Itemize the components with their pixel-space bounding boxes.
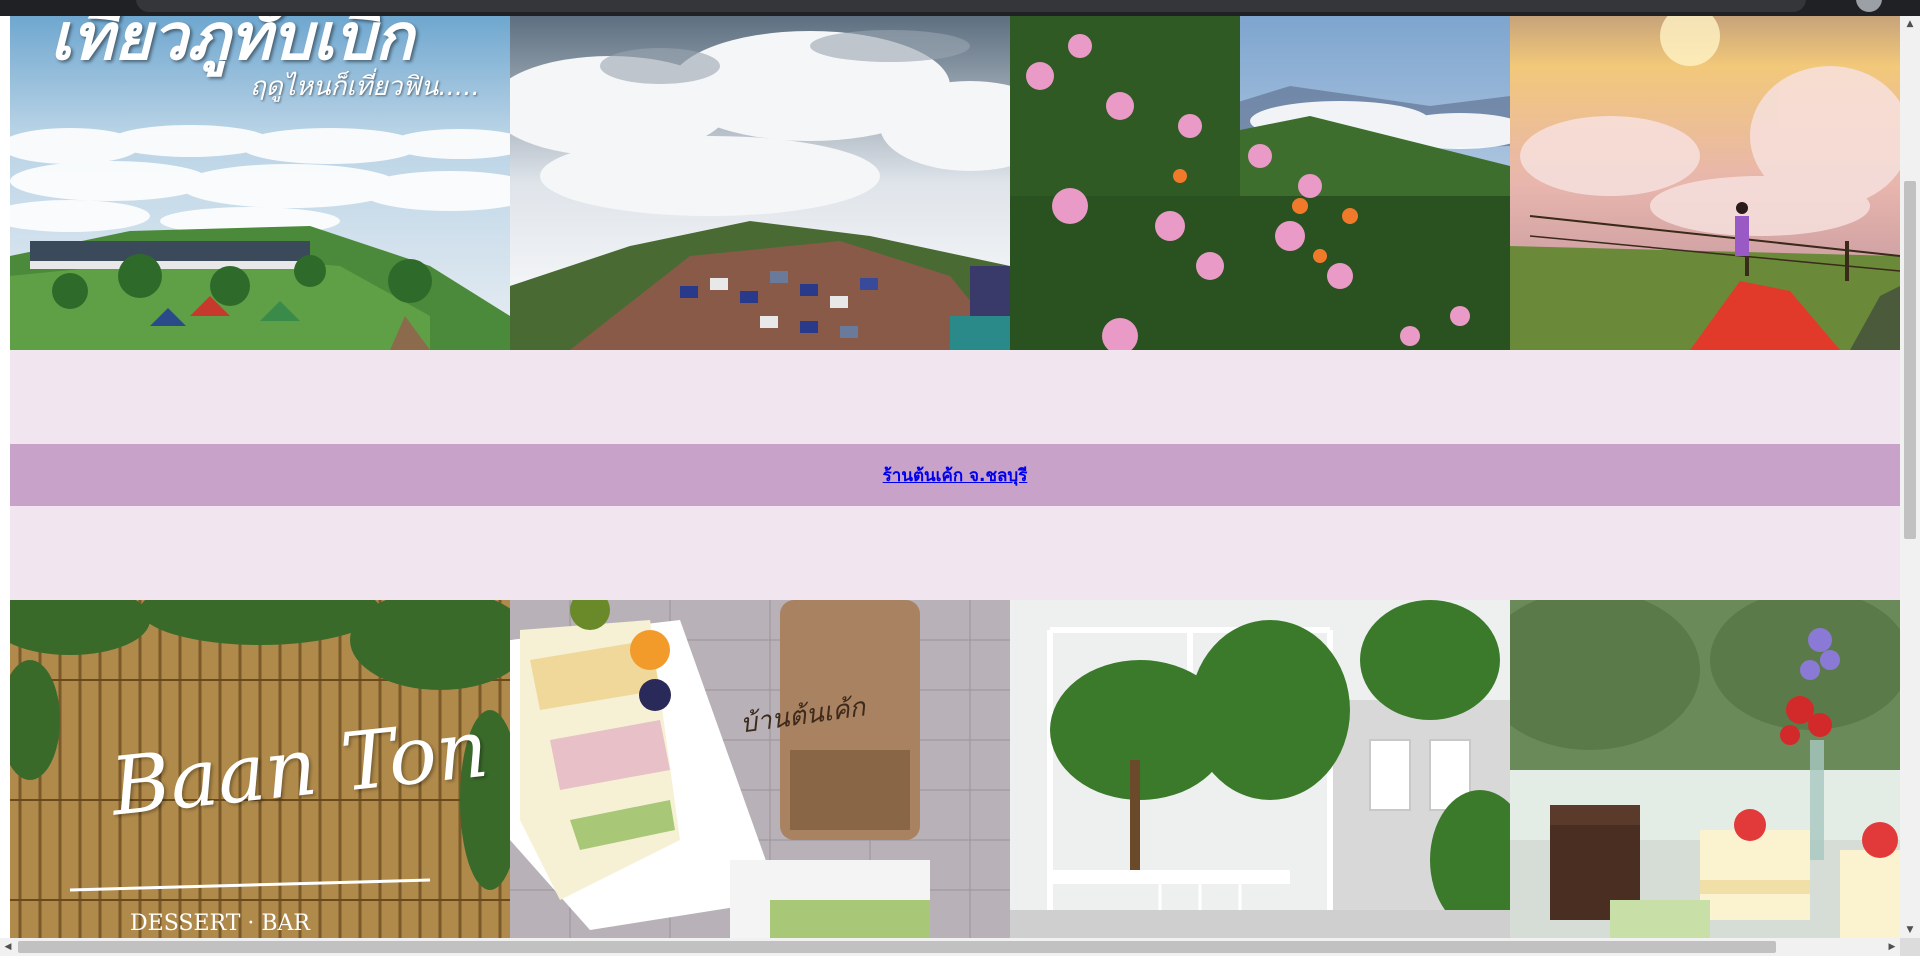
- section-heading-bar: ร้านต้นเค้ก จ.ชลบุรี: [10, 444, 1900, 506]
- gallery-image-garden-seating: [1010, 600, 1510, 938]
- overlay-subtitle: ฤดูไหนก็เที่ยวฟิน.....: [250, 72, 480, 102]
- page-viewport: เที่ยวภูทับเบิก ฤดูไหนก็เที่ยวฟิน..... ร…: [0, 16, 1900, 938]
- vertical-scrollbar[interactable]: ▲ ▼: [1900, 16, 1920, 938]
- profile-avatar[interactable]: [1856, 0, 1882, 12]
- gallery-image-phu-thap-boek: เที่ยวภูทับเบิก ฤดูไหนก็เที่ยวฟิน.....: [10, 16, 510, 350]
- section-band-bottom: [10, 506, 1900, 600]
- gallery-image-bamboo-sign: DESSERT · BAR Baan Ton cake: [10, 600, 510, 938]
- vertical-scroll-thumb[interactable]: [1904, 181, 1916, 539]
- scroll-down-arrow-icon[interactable]: ▼: [1900, 922, 1920, 938]
- sign-sub-text: DESSERT · BAR: [130, 911, 311, 936]
- gallery-image-cakes-flowers: [1510, 600, 1900, 938]
- scroll-up-arrow-icon[interactable]: ▲: [1900, 16, 1920, 32]
- horizontal-scrollbar[interactable]: ◀ ▶: [0, 938, 1900, 956]
- section-band-top: [10, 350, 1900, 444]
- scrollbar-corner: [1900, 938, 1920, 956]
- section-link[interactable]: ร้านต้นเค้ก จ.ชลบุรี: [883, 462, 1028, 489]
- gallery-image-cosmos-flowers: [1010, 16, 1510, 350]
- gallery-image-cake-coffee: บ้านต้นเค้ก: [510, 600, 1010, 938]
- gallery-image-camping-clouds: [510, 16, 1010, 350]
- gallery-image-sunrise-tent: [1510, 16, 1900, 350]
- page-content: เที่ยวภูทับเบิก ฤดูไหนก็เที่ยวฟิน..... ร…: [10, 16, 1900, 938]
- gallery-top: เที่ยวภูทับเบิก ฤดูไหนก็เที่ยวฟิน.....: [10, 16, 1900, 350]
- scroll-left-arrow-icon[interactable]: ◀: [0, 938, 16, 956]
- browser-toolbar: [0, 0, 1920, 16]
- gallery-bottom: DESSERT · BAR Baan Ton cake บ้านต้นเค้ก: [10, 600, 1900, 938]
- horizontal-scroll-thumb[interactable]: [18, 941, 1776, 953]
- scroll-right-arrow-icon[interactable]: ▶: [1884, 938, 1900, 956]
- address-bar[interactable]: [136, 0, 1806, 12]
